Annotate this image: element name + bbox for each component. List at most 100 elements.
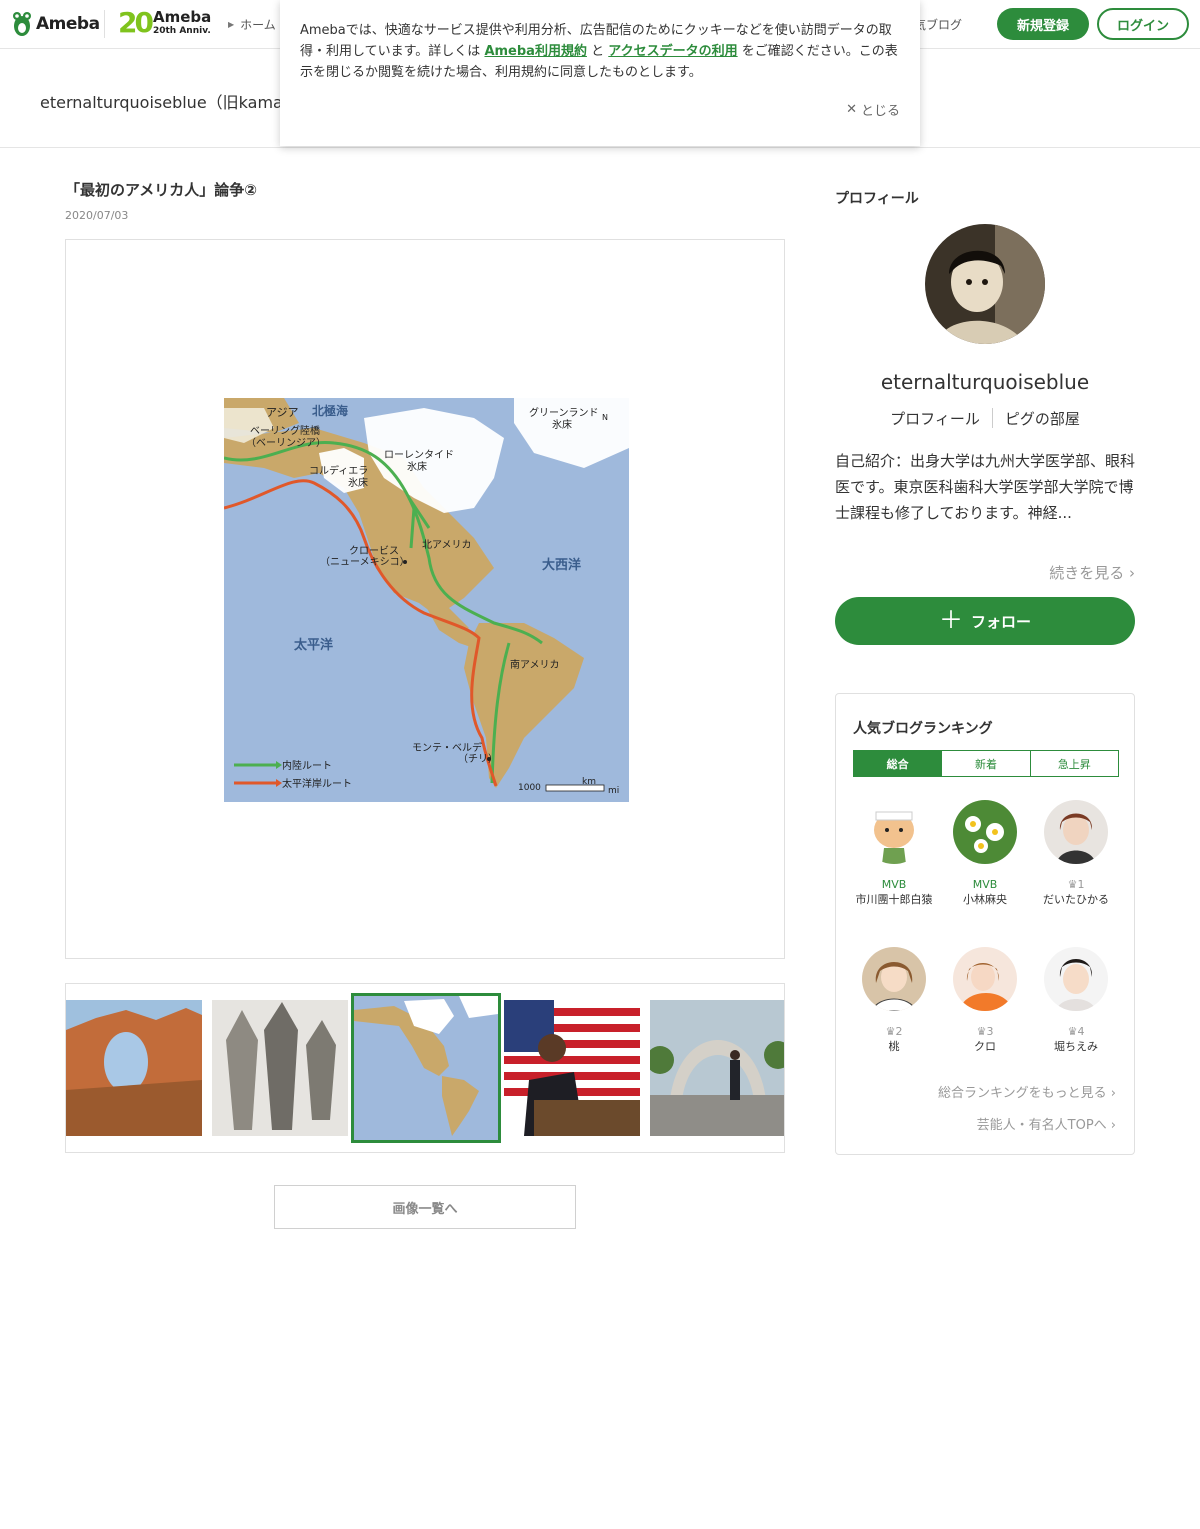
- ranking-name: 桃: [888, 1040, 900, 1053]
- map-label-asia: アジア: [266, 406, 299, 419]
- map-label-south-america: 南アメリカ: [510, 658, 560, 671]
- ranking-avatar: [953, 800, 1017, 864]
- pig-room-link[interactable]: ピグの部屋: [993, 408, 1092, 429]
- ranking-more-link[interactable]: 総合ランキングをもっと見る ›: [938, 1082, 1116, 1101]
- legend-coastal: 太平洋岸ルート: [282, 777, 352, 790]
- thumbnail-spear-points[interactable]: [212, 1000, 348, 1136]
- image-list-button[interactable]: 画像一覧へ: [274, 1185, 576, 1229]
- map-label-pacific: 太平洋: [293, 637, 333, 653]
- ranking-name: 小林麻央: [963, 893, 1007, 906]
- chevron-right-icon: ›: [1129, 564, 1135, 582]
- ranking-item[interactable]: ♛2 桃: [854, 947, 934, 1054]
- map-label-clovis-2: （ニューメキシコ）: [320, 556, 410, 568]
- ranking-badge: MVB: [881, 878, 907, 891]
- north-arrow: N: [602, 413, 608, 422]
- map-label-beringia-2: （ベーリンジア）: [246, 437, 326, 449]
- access-data-link[interactable]: アクセスデータの利用: [608, 44, 737, 59]
- ranking-item[interactable]: ♛4 堀ちえみ: [1036, 947, 1116, 1054]
- ranking-item[interactable]: ♛1 だいたひかる: [1036, 800, 1116, 907]
- logo-text: Ameba: [36, 14, 100, 34]
- anniv-sub: 20th Anniv.: [152, 26, 211, 36]
- thumbnail-obama-speech[interactable]: [504, 1000, 640, 1136]
- close-icon: ✕: [846, 102, 857, 117]
- ranking-item[interactable]: MVB 市川團十郎白猿: [854, 800, 934, 907]
- login-button[interactable]: ログイン: [1097, 8, 1189, 40]
- thumbnail-map-selected[interactable]: [351, 993, 501, 1143]
- migration-map[interactable]: アジア 北極海 ベーリング陸橋 （ベーリンジア） グリーンランド 氷床 ローレン…: [224, 398, 629, 802]
- cookie-notice: Amebaでは、快適なサービス提供や利用分析、広告配信のためにクッキーなどを使い…: [280, 0, 920, 146]
- ranking-panel: 人気ブログランキング 総合 新着 急上昇 MVB 市川團十郎白猿 MVB 小林麻…: [835, 693, 1135, 1155]
- article-title: 「最初のアメリカ人」論争②: [65, 181, 257, 199]
- map-label-atlantic: 大西洋: [542, 557, 581, 573]
- map-label-north-america: 北アメリカ: [422, 539, 472, 551]
- plus-icon: ＋: [938, 607, 963, 634]
- profile-heading: プロフィール: [835, 191, 919, 207]
- celebrity-top-link[interactable]: 芸能人・有名人TOPへ ›: [977, 1114, 1116, 1133]
- profile-bio: 自己紹介：出身大学は九州大学医学部、眼科医です。東京医科歯科大学医学部大学院で博…: [835, 452, 1136, 522]
- follow-button[interactable]: ＋ フォロー: [835, 597, 1135, 645]
- thumbnail-strip: [65, 983, 785, 1153]
- thumbnail-peace-memorial[interactable]: [650, 1000, 784, 1136]
- scale-mi: mi: [608, 786, 619, 796]
- caret-right-icon: ▶: [228, 20, 235, 29]
- ranking-item[interactable]: ♛3 クロ: [945, 947, 1025, 1054]
- chevron-right-icon: ›: [1110, 1118, 1116, 1133]
- terms-link[interactable]: Ameba利用規約: [484, 44, 587, 59]
- article-date: 2020/07/03: [65, 209, 129, 222]
- profile-links: プロフィール ピグの部屋: [835, 408, 1135, 429]
- register-button[interactable]: 新規登録: [997, 8, 1089, 40]
- anniv-number: 20: [118, 6, 154, 39]
- ranking-badge: ♛4: [1067, 1025, 1085, 1038]
- chevron-right-icon: ›: [1110, 1086, 1116, 1101]
- ranking-badge: ♛1: [1067, 878, 1085, 891]
- read-more-link[interactable]: 続きを見る ›: [835, 562, 1135, 583]
- map-label-clovis-1: クロービス: [349, 545, 399, 557]
- ranking-avatar: [862, 947, 926, 1011]
- ranking-avatar: [862, 800, 926, 864]
- tab-rising[interactable]: 急上昇: [1031, 751, 1118, 776]
- ranking-name: 堀ちえみ: [1054, 1040, 1098, 1053]
- header-divider: [104, 10, 105, 38]
- ranking-item[interactable]: MVB 小林麻央: [945, 800, 1025, 907]
- map-label-monte-verde-2: （チリ）: [458, 753, 498, 765]
- map-label-laurentide-1: ローレンタイド: [384, 449, 454, 461]
- map-label-laurentide-2: 氷床: [407, 460, 427, 473]
- blog-title[interactable]: eternalturquoiseblue（旧kamak: [40, 89, 292, 113]
- anniv-brand: Ameba: [152, 8, 212, 26]
- main-image-frame: アジア 北極海 ベーリング陸橋 （ベーリンジア） グリーンランド 氷床 ローレン…: [65, 239, 785, 959]
- ranking-badge: ♛2: [885, 1025, 903, 1038]
- map-label-greenland-2: 氷床: [552, 418, 572, 431]
- breadcrumb: ▶ ホーム: [228, 16, 276, 33]
- avatar[interactable]: [925, 224, 1045, 344]
- nav-popular-blog[interactable]: 気ブログ: [914, 16, 962, 33]
- crown-icon: ♛: [1067, 878, 1078, 891]
- ranking-avatar: [1044, 947, 1108, 1011]
- crown-icon: ♛: [885, 1025, 896, 1038]
- ranking-avatar: [1044, 800, 1108, 864]
- map-label-arctic: 北極海: [312, 403, 348, 418]
- ameba-frog-icon: [13, 12, 31, 36]
- ranking-avatar: [953, 947, 1017, 1011]
- map-label-monte-verde-1: モンテ・ベルデ: [412, 741, 482, 754]
- ranking-tabs: 総合 新着 急上昇: [853, 750, 1119, 777]
- map-label-cordillera-1: コルディエラ: [309, 464, 368, 477]
- crown-icon: ♛: [976, 1025, 987, 1038]
- cookie-close-button[interactable]: ✕ とじる: [846, 100, 900, 119]
- thumbnail-rock-arch[interactable]: [66, 1000, 202, 1136]
- ameba-logo[interactable]: Ameba: [12, 10, 100, 38]
- profile-name[interactable]: eternalturquoiseblue: [835, 370, 1135, 394]
- breadcrumb-home[interactable]: ホーム: [240, 16, 276, 33]
- tab-new[interactable]: 新着: [942, 751, 1031, 776]
- tab-overall[interactable]: 総合: [854, 751, 943, 776]
- legend-inland: 内陸ルート: [282, 759, 332, 772]
- crown-icon: ♛: [1067, 1025, 1078, 1038]
- scale-km: km: [582, 777, 596, 787]
- ranking-name: 市川團十郎白猿: [855, 893, 933, 906]
- anniversary-logo[interactable]: 20 Ameba 20th Anniv.: [118, 8, 211, 38]
- scale-value: 1000: [518, 783, 541, 793]
- map-label-cordillera-2: 氷床: [348, 476, 368, 489]
- profile-link[interactable]: プロフィール: [878, 408, 992, 429]
- ranking-badge: ♛3: [976, 1025, 994, 1038]
- ranking-badge: MVB: [972, 878, 998, 891]
- ranking-heading: 人気ブログランキング: [853, 721, 993, 737]
